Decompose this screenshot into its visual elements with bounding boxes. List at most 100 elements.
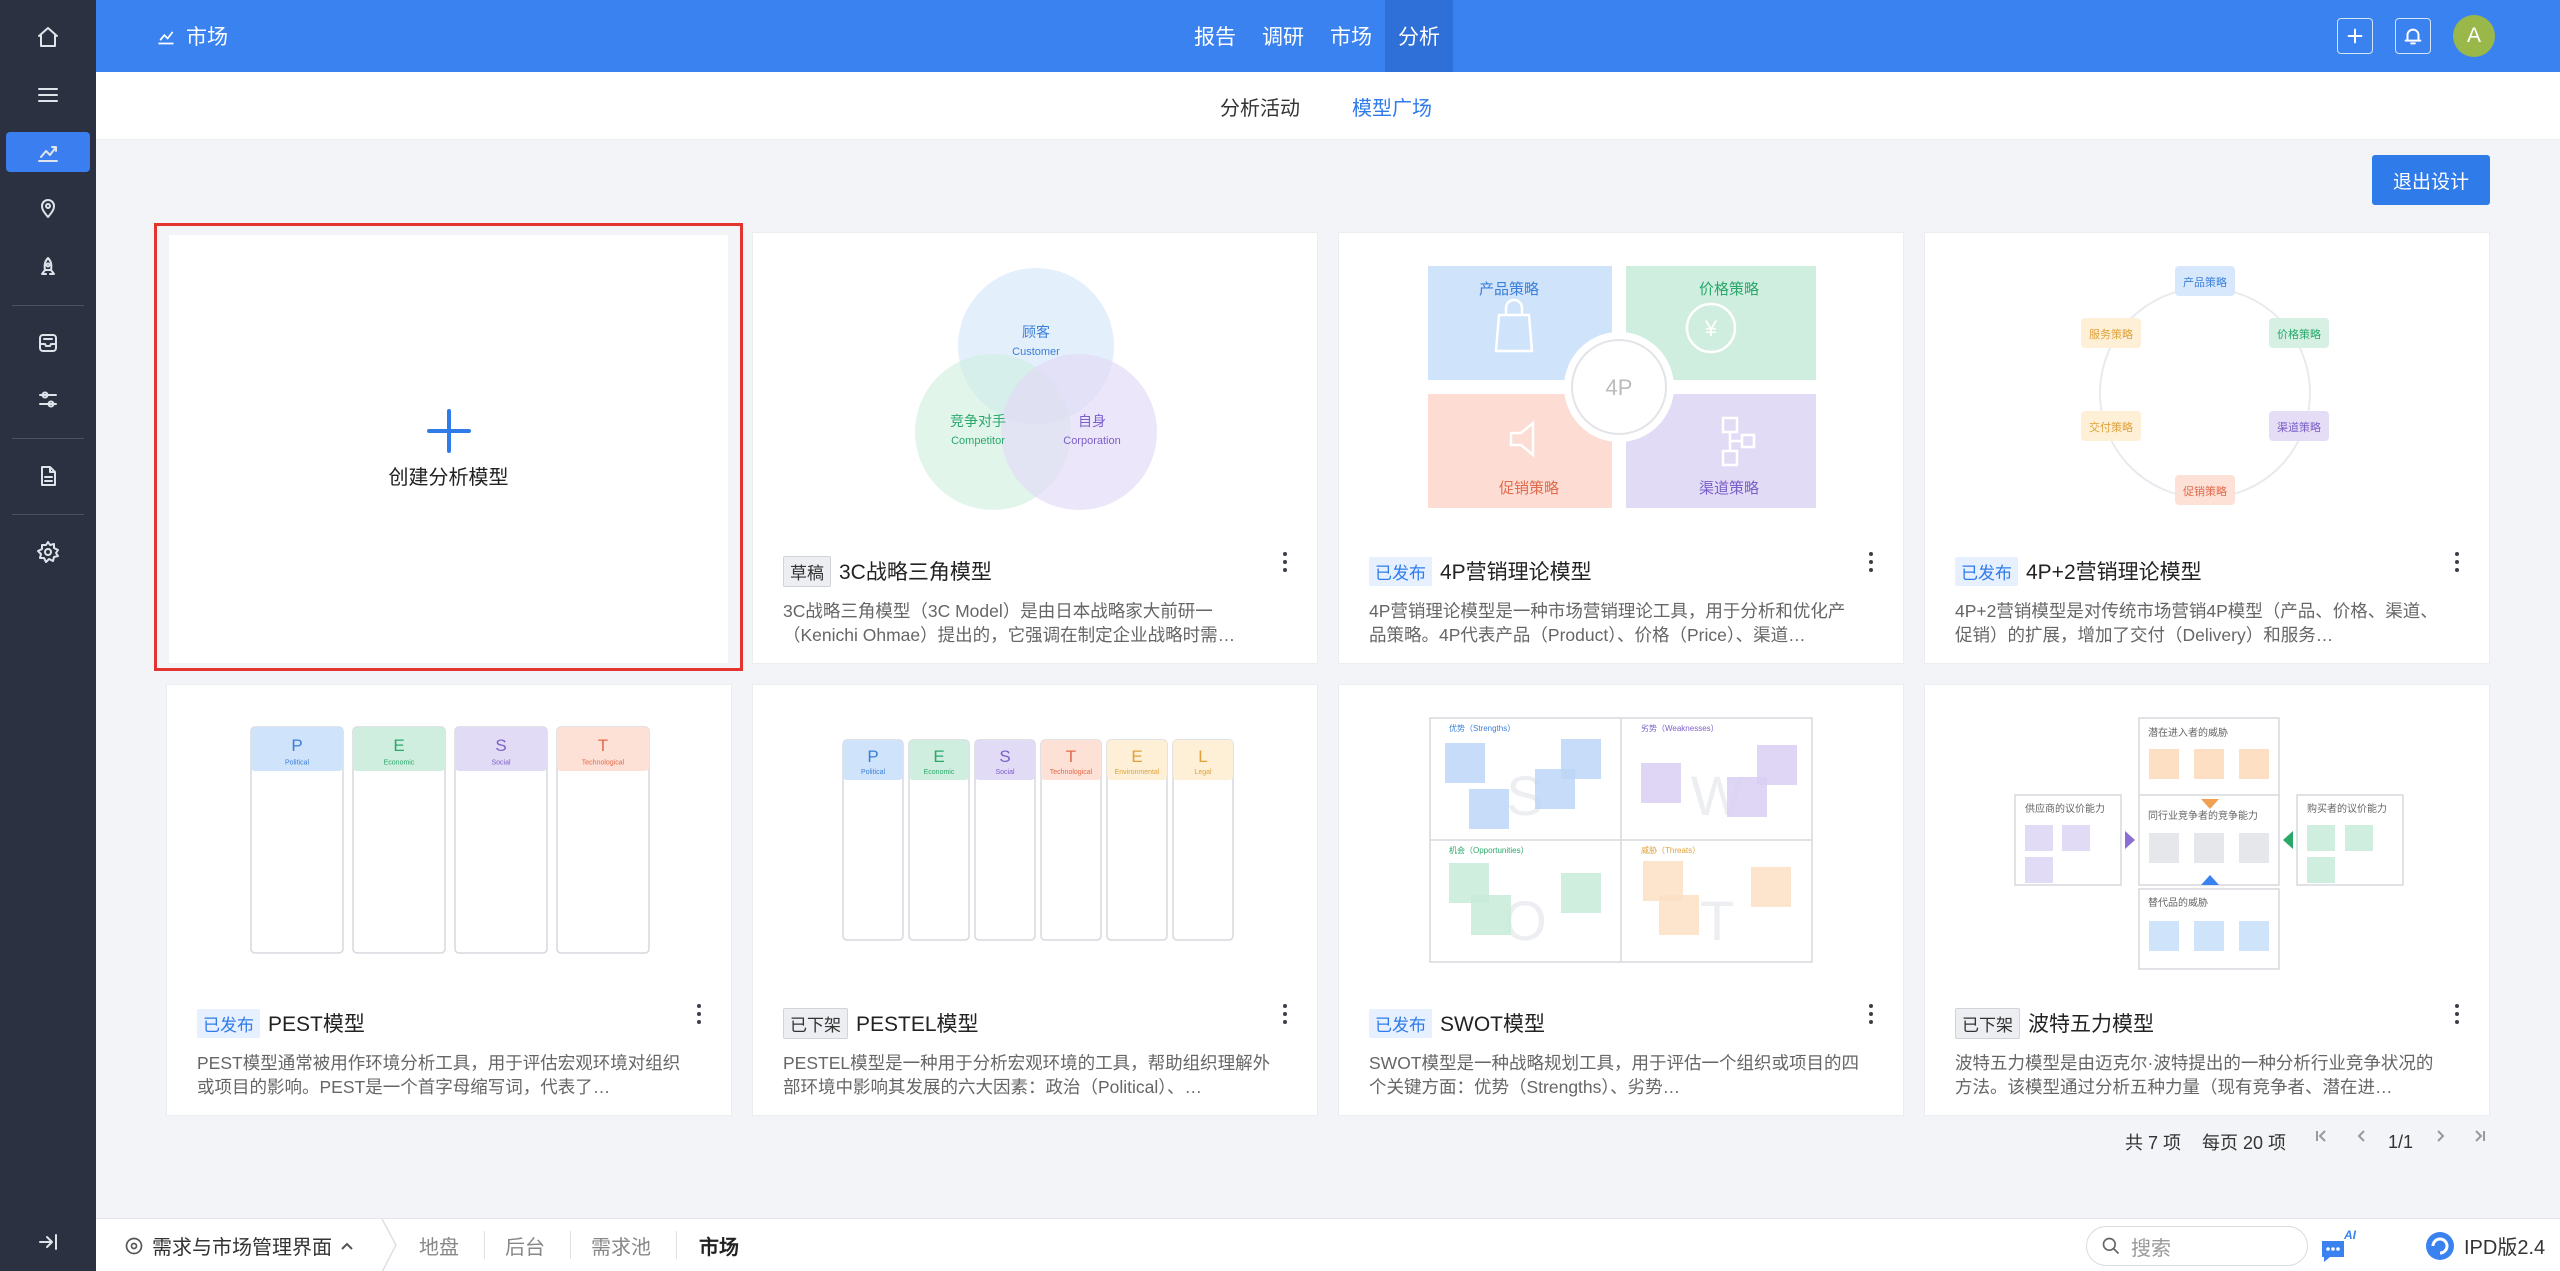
sub-nav: 分析活动 模型广场 <box>96 72 2560 140</box>
app-title[interactable]: 市场 <box>156 0 228 72</box>
4p2-promo: 促销策略 <box>2183 484 2227 498</box>
model-card-pestel[interactable]: P Political E Economic S Social T Technological… <box>752 684 1318 1116</box>
column-political: P Political <box>842 739 904 941</box>
svg-text:¥: ¥ <box>1704 316 1718 341</box>
menu-icon[interactable] <box>6 75 90 115</box>
create-model-card[interactable]: 创建分析模型 <box>169 235 728 663</box>
column-economic: E Economic <box>352 726 446 954</box>
column-word: Legal <box>1194 769 1212 776</box>
more-icon[interactable] <box>2453 548 2461 576</box>
swot-w-label: 劣势（Weaknesses） <box>1641 723 1719 733</box>
column-political: P Political <box>250 726 344 954</box>
first-page-icon[interactable] <box>2314 1127 2328 1148</box>
more-icon[interactable] <box>695 1000 703 1028</box>
status-badge: 已发布 <box>1369 556 1432 586</box>
location-icon[interactable] <box>6 188 90 228</box>
model-card-4p[interactable]: 4P 产品策略 价格策略 促销策略 渠道策略 ¥ 已发布 4P营销理论模型 4P… <box>1338 232 1904 664</box>
3c-competitor: 竞争对手 <box>950 413 1006 429</box>
home-icon[interactable] <box>6 17 90 57</box>
column-word: Economic <box>384 759 415 766</box>
top-nav: 报告 调研 市场 分析 <box>1181 0 1453 72</box>
rocket-icon[interactable] <box>6 247 90 287</box>
nav-analysis[interactable]: 分析 <box>1385 0 1453 72</box>
column-word: Environmental <box>1115 769 1160 776</box>
nav-research[interactable]: 调研 <box>1249 0 1317 72</box>
card-title: 已下架 PESTEL模型 <box>783 1005 979 1041</box>
tab-model-square[interactable]: 模型广场 <box>1352 72 1432 140</box>
tab-analysis-activity[interactable]: 分析活动 <box>1220 72 1300 140</box>
bottom-tab-dipan[interactable]: 地盘 <box>419 1219 459 1271</box>
column-letter: S <box>999 747 1010 766</box>
model-card-4p2[interactable]: 产品策略 价格策略 渠道策略 促销策略 交付策略 服务策略 已发布 4P+2营销… <box>1924 232 2490 664</box>
more-icon[interactable] <box>1281 548 1289 576</box>
4p2-delivery: 交付策略 <box>2089 420 2133 434</box>
nav-market[interactable]: 市场 <box>1317 0 1385 72</box>
plus-icon <box>426 408 471 453</box>
logo-icon <box>2426 1231 2454 1260</box>
prev-page-icon[interactable] <box>2355 1127 2369 1148</box>
column-letter: T <box>1066 747 1076 766</box>
nav-report[interactable]: 报告 <box>1181 0 1249 72</box>
column-social: S Social <box>974 739 1036 941</box>
column-letter: P <box>291 736 302 755</box>
workspace-switcher[interactable]: 需求与市场管理界面 <box>124 1219 354 1271</box>
bottom-tab-demand-pool[interactable]: 需求池 <box>591 1219 651 1271</box>
more-icon[interactable] <box>1867 1000 1875 1028</box>
pager-page-size[interactable]: 每页 20 项 <box>2202 1129 2286 1155</box>
thumbnail-3c: 顾客 Customer 竞争对手 Competitor 自身 Corporati… <box>753 233 1317 553</box>
column-word: Political <box>861 769 886 776</box>
more-icon[interactable] <box>1867 548 1875 576</box>
card-description: 4P营销理论模型是一种市场营销理论工具，用于分析和优化产品策略。4P代表产品（P… <box>1369 601 1846 645</box>
bottom-tab-market[interactable]: 市场 <box>699 1219 739 1271</box>
model-card-3c[interactable]: 顾客 Customer 竞争对手 Competitor 自身 Corporati… <box>752 232 1318 664</box>
model-card-swot[interactable]: S W O T 优势（Strengths） 劣势（Weaknesses） 机会（… <box>1338 684 1904 1116</box>
card-title-text: 4P营销理论模型 <box>1440 561 1592 584</box>
notifications-button[interactable] <box>2395 18 2431 54</box>
porter-right: 购买者的议价能力 <box>2307 802 2387 815</box>
card-description: SWOT模型是一种战略规划工具，用于评估一个组织或项目的四个关键方面：优势（St… <box>1369 1053 1859 1097</box>
status-badge: 已发布 <box>197 1008 260 1038</box>
divider <box>484 1231 485 1259</box>
search-input[interactable]: 搜索 <box>2086 1226 2308 1266</box>
swot-s-label: 优势（Strengths） <box>1449 723 1515 733</box>
model-card-pest[interactable]: P Political E Economic S Social T Technological… <box>166 684 732 1116</box>
column-word: Social <box>491 759 511 766</box>
4p2-service: 服务策略 <box>2089 327 2133 341</box>
document-icon[interactable] <box>6 456 90 496</box>
4p-channel: 渠道策略 <box>1699 480 1759 497</box>
settings-icon[interactable] <box>6 532 90 572</box>
ai-chat-icon[interactable]: AI <box>2318 1227 2358 1265</box>
column-word: Social <box>995 769 1015 776</box>
add-button[interactable] <box>2337 18 2373 54</box>
column-word: Technological <box>1050 769 1093 776</box>
collapse-rail-icon[interactable] <box>6 1222 90 1262</box>
more-icon[interactable] <box>1281 1000 1289 1028</box>
column-letter: L <box>1198 747 1207 766</box>
avatar[interactable]: A <box>2453 15 2495 57</box>
3c-customer: 顾客 <box>1022 324 1050 340</box>
inbox-icon[interactable] <box>6 323 90 363</box>
card-description: PESTEL模型是一种用于分析宏观环境的工具，帮助组织理解外部环境中影响其发展的… <box>783 1053 1271 1097</box>
rail-divider <box>12 305 84 306</box>
4p-product: 产品策略 <box>1479 281 1539 298</box>
workspace-label: 需求与市场管理界面 <box>152 1237 332 1259</box>
card-title-text: 3C战略三角模型 <box>839 561 992 584</box>
sliders-icon[interactable] <box>6 380 90 420</box>
create-model-label: 创建分析模型 <box>388 466 509 489</box>
4p-center: 4P <box>1606 375 1633 400</box>
card-title-text: 4P+2营销理论模型 <box>2026 561 2202 584</box>
card-title: 已发布 4P+2营销理论模型 <box>1955 553 2202 589</box>
column-environmental: E Environmental <box>1106 739 1168 941</box>
plus-icon <box>2347 28 2363 44</box>
divider <box>570 1231 571 1259</box>
next-page-icon[interactable] <box>2433 1127 2447 1148</box>
model-card-porter[interactable]: 潜在进入者的威胁 供应商的议价能力 同行业竞争者的竞争能力 购买者的议价能力 替… <box>1924 684 2490 1116</box>
card-title-text: SWOT模型 <box>1440 1013 1545 1036</box>
thumbnail-swot: S W O T 优势（Strengths） 劣势（Weaknesses） 机会（… <box>1339 685 1903 1005</box>
exit-design-button[interactable]: 退出设计 <box>2372 155 2490 205</box>
bottom-bar: 需求与市场管理界面 地盘 后台 需求池 市场 搜索 AI IPD版2.4 <box>96 1218 2560 1271</box>
last-page-icon[interactable] <box>2473 1127 2487 1148</box>
more-icon[interactable] <box>2453 1000 2461 1028</box>
chart-icon[interactable] <box>6 132 90 172</box>
bottom-tab-backend[interactable]: 后台 <box>505 1219 545 1271</box>
